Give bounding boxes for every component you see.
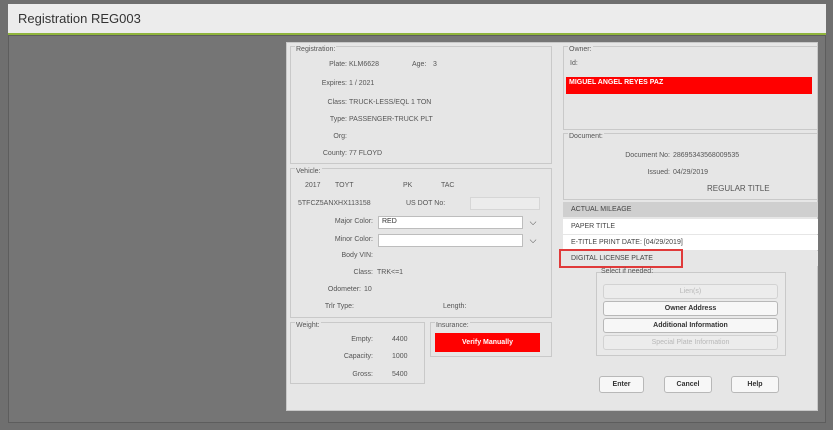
highlight-annotation-box (559, 249, 683, 268)
length-label: Length: (443, 303, 467, 310)
veh-class-value: TRK<=1 (377, 269, 404, 276)
window-titlebar: Registration REG003 (8, 4, 826, 35)
body-vin-label: Body VIN: (341, 252, 373, 259)
gross-value: 5400 (392, 371, 408, 378)
additional-information-button[interactable]: Additional Information (603, 318, 778, 333)
insurance-legend: Insurance: (435, 322, 470, 329)
major-color-chevron-down-icon[interactable]: ⌵ (527, 217, 539, 227)
vehicle-legend: Vehicle: (295, 168, 322, 175)
document-no-label: Document No: (625, 152, 670, 159)
plate-value: KLM6628 (349, 61, 379, 68)
window-title: Registration REG003 (18, 11, 141, 26)
age-value: 3 (433, 61, 437, 68)
veh-class-label: Class: (353, 269, 373, 276)
reg-class-value: TRUCK-LESS/EQL 1 TON (349, 99, 432, 106)
capacity-label: Capacity: (343, 353, 373, 360)
owner-legend: Owner: (568, 46, 593, 53)
age-label: Age: (412, 61, 427, 68)
notes-list-item-1[interactable]: PAPER TITLE (563, 219, 818, 234)
enter-button[interactable]: Enter (599, 376, 644, 393)
special-plate-information-button[interactable]: Special Plate Information (603, 335, 778, 350)
expires-value: 1 / 2021 (349, 80, 375, 87)
vehicle-body: PK (403, 182, 413, 189)
empty-label: Empty: (351, 336, 373, 343)
minor-color-select[interactable] (378, 234, 523, 247)
major-color-label: MMajor Color: (300, 218, 373, 225)
odometer-value: 10 (364, 286, 372, 293)
odometer-label: Odometer: (327, 286, 361, 293)
document-no-value: 28695343568009535 (673, 152, 740, 159)
owner-name-field: MIGUEL ANGEL REYES PAZ (566, 77, 812, 94)
major-color-label-text: Major Color: (334, 218, 373, 225)
county-value: 77 FLOYD (349, 150, 383, 157)
capacity-value: 1000 (392, 353, 408, 360)
help-button[interactable]: Help (731, 376, 779, 393)
vehicle-model: TAC (441, 182, 455, 189)
minor-color-chevron-down-icon[interactable]: ⌵ (527, 235, 539, 245)
empty-value: 4400 (392, 336, 408, 343)
owner-address-button[interactable]: Owner Address (603, 301, 778, 316)
document-group: Document: (563, 133, 818, 200)
vehicle-vin: 5TFCZ5ANXHX113158 (298, 200, 371, 207)
type-value: PASSENGER-TRUCK PLT (349, 116, 433, 123)
issued-label: Issued: (647, 169, 670, 176)
document-legend: Document: (568, 133, 604, 140)
usdot-label: US DOT No: (406, 200, 446, 207)
minor-color-label: Minor Color: (334, 236, 373, 243)
county-label: County: (322, 150, 347, 157)
title-type-value: REGULAR TITLE (707, 184, 770, 193)
liens-button[interactable]: Lien(s) (603, 284, 778, 299)
weight-legend: Weight: (295, 322, 321, 329)
org-label: Org: (333, 133, 347, 140)
issued-value: 04/29/2019 (673, 169, 709, 176)
usdot-input[interactable] (470, 197, 540, 210)
plate-label: Plate: (329, 61, 347, 68)
vehicle-year: 2017 (305, 182, 321, 189)
cancel-button[interactable]: Cancel (664, 376, 712, 393)
vehicle-make: TOYT (335, 182, 354, 189)
owner-id-label: Id: (570, 60, 578, 67)
type-label: Type: (329, 116, 347, 123)
insurance-status-badge: Verify Manually (435, 333, 540, 352)
actions-hint: Select if needed: (601, 268, 654, 275)
reg-class-label: Class: (327, 99, 347, 106)
expires-label: Expires: (321, 80, 347, 87)
notes-list-item-0[interactable]: ACTUAL MILEAGE (563, 202, 818, 217)
trlr-type-label: Trlr Type: (324, 303, 354, 310)
registration-legend: Registration: (295, 46, 337, 53)
major-color-select[interactable]: RED (378, 216, 523, 229)
notes-list-item-2[interactable]: E-TITLE PRINT DATE: [04/29/2019] (563, 235, 818, 250)
app-window: Registration REG003 Registration: Plate:… (0, 0, 833, 430)
gross-label: Gross: (352, 371, 373, 378)
